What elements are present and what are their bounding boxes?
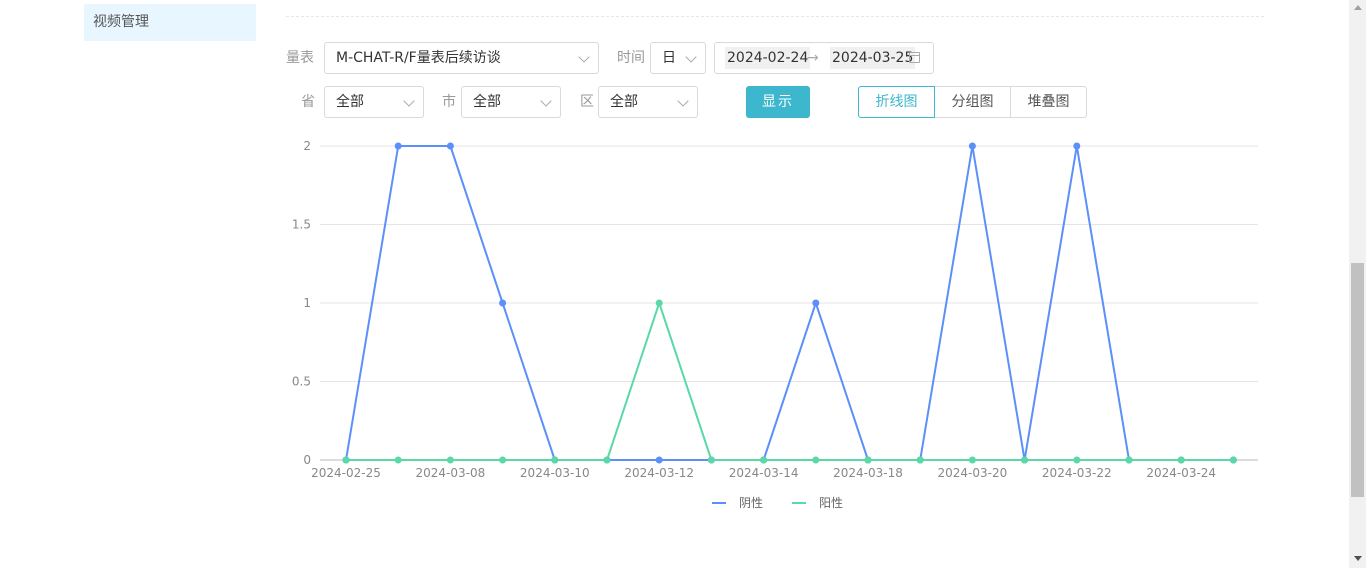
district-label: 区 (580, 94, 594, 110)
data-point (1021, 456, 1029, 464)
x-tick-label: 2024-03-12 (624, 466, 694, 480)
data-point (551, 456, 559, 464)
x-tick-label: 2024-03-14 (729, 466, 799, 480)
data-point (446, 142, 454, 150)
data-point (864, 456, 872, 464)
data-point (499, 456, 507, 464)
city-value: 全部 (473, 94, 501, 110)
data-point (812, 456, 820, 464)
data-point (707, 456, 715, 464)
data-point (1021, 456, 1029, 464)
data-point (603, 456, 611, 464)
legend-label: 阳性 (819, 496, 843, 510)
data-point (394, 456, 402, 464)
data-point (1125, 456, 1133, 464)
date-start[interactable]: 2024-02-24 (725, 47, 811, 69)
y-tick-label: 1 (303, 296, 311, 310)
province-select[interactable]: 全部 (324, 86, 424, 118)
data-point (446, 456, 454, 464)
tab-stacked-chart[interactable]: 堆叠图 (1010, 86, 1087, 118)
data-point (916, 456, 924, 464)
time-unit-value: 日 (662, 50, 676, 66)
data-point (499, 299, 507, 307)
city-label: 市 (442, 94, 456, 110)
data-point (1125, 456, 1133, 464)
time-label: 时间 (617, 50, 645, 66)
tab-line-chart[interactable]: 折线图 (858, 86, 935, 118)
data-point (342, 456, 350, 464)
scroll-down-icon[interactable] (1354, 556, 1362, 561)
scale-select-value: M-CHAT-R/F量表后续访谈 (336, 50, 501, 66)
show-button[interactable]: 显示 (746, 86, 810, 118)
sidebar-item-video-management[interactable]: 视频管理 (84, 4, 256, 41)
divider (286, 16, 1264, 17)
data-point (655, 456, 663, 464)
date-arrow: → (807, 50, 819, 66)
data-point (707, 456, 715, 464)
data-point (394, 142, 402, 150)
x-tick-label: 2024-03-22 (1042, 466, 1112, 480)
data-point (864, 456, 872, 464)
x-tick-label: 2024-02-25 (311, 466, 381, 480)
data-point (916, 456, 924, 464)
chevron-down-icon (677, 95, 689, 107)
data-point (1177, 456, 1185, 464)
chevron-down-icon (578, 51, 590, 63)
y-tick-label: 0.5 (292, 375, 311, 389)
y-tick-label: 2 (303, 139, 311, 153)
date-range-picker[interactable]: 2024-02-24 → 2024-03-25 (714, 42, 934, 74)
x-tick-label: 2024-03-20 (938, 466, 1008, 480)
data-point (760, 456, 768, 464)
date-end[interactable]: 2024-03-25 (830, 47, 916, 69)
data-point (1177, 456, 1185, 464)
scroll-thumb[interactable] (1351, 263, 1364, 497)
district-value: 全部 (610, 94, 638, 110)
x-tick-label: 2024-03-18 (833, 466, 903, 480)
y-tick-label: 0 (303, 453, 311, 467)
data-point (655, 299, 663, 307)
data-point (968, 142, 976, 150)
legend-label: 阴性 (739, 496, 763, 510)
tab-grouped-chart[interactable]: 分组图 (934, 86, 1011, 118)
time-unit-select[interactable]: 日 (650, 42, 706, 74)
data-point (760, 456, 768, 464)
district-select[interactable]: 全部 (598, 86, 698, 118)
series-line (346, 302, 1234, 461)
series-line (345, 145, 1234, 461)
data-point (1229, 456, 1237, 464)
y-tick-label: 1.5 (292, 218, 311, 232)
city-select[interactable]: 全部 (461, 86, 561, 118)
data-point (968, 456, 976, 464)
chevron-down-icon (540, 95, 552, 107)
scale-select[interactable]: M-CHAT-R/F量表后续访谈 (324, 42, 599, 74)
data-point (1073, 456, 1081, 464)
data-point (551, 456, 559, 464)
x-tick-label: 2024-03-08 (416, 466, 486, 480)
scrollbar[interactable] (1349, 0, 1366, 568)
data-point (812, 299, 820, 307)
chevron-down-icon (403, 95, 415, 107)
scale-label: 量表 (286, 50, 314, 66)
chevron-down-icon (685, 51, 697, 63)
calendar-icon (909, 52, 920, 63)
province-label: 省 (301, 94, 315, 110)
x-tick-label: 2024-03-24 (1146, 466, 1216, 480)
x-tick-label: 2024-03-10 (520, 466, 590, 480)
scroll-up-icon[interactable] (1354, 5, 1362, 10)
province-value: 全部 (336, 94, 364, 110)
data-point (603, 456, 611, 464)
data-point (1229, 456, 1237, 464)
data-point (342, 456, 350, 464)
data-point (1073, 142, 1081, 150)
